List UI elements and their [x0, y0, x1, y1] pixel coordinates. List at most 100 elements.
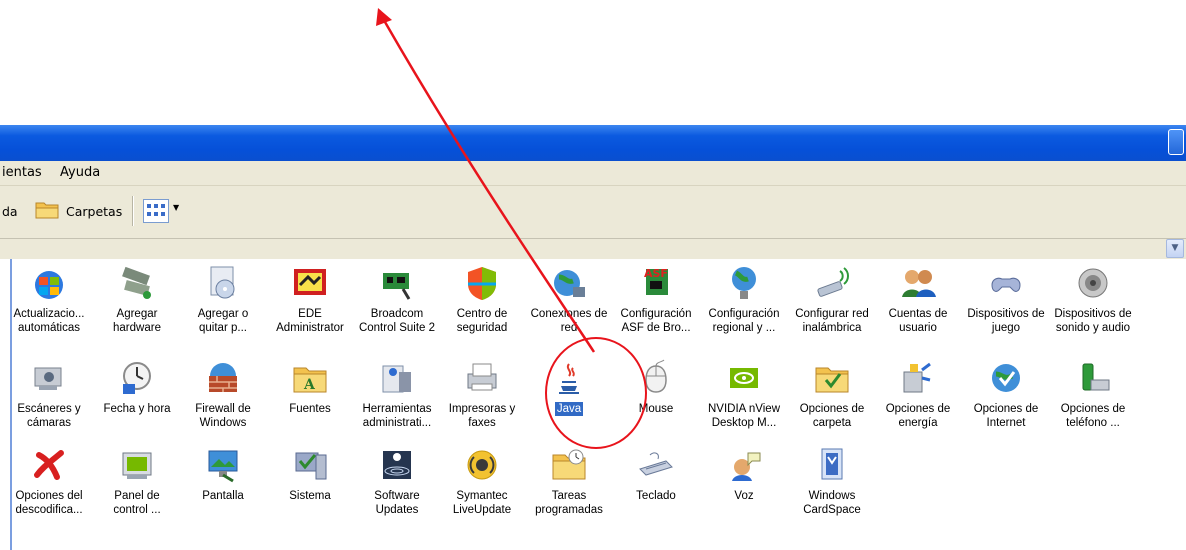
control-panel-item[interactable]: Herramientas administrati...: [353, 358, 441, 430]
item-label: Dispositivos de juego: [962, 307, 1050, 335]
item-label-line1: Windows: [808, 490, 856, 502]
item-label-line1: Herramientas: [362, 403, 432, 415]
menu-help[interactable]: Ayuda: [60, 165, 100, 180]
folders-button[interactable]: Carpetas: [66, 204, 122, 219]
item-label-line1: Agregar: [116, 308, 158, 320]
item-label-line1: Opciones de: [973, 403, 1039, 415]
item-label: Fuentes: [266, 402, 354, 416]
control-panel-item[interactable]: Software Updates: [353, 445, 441, 517]
folder-options-icon: [812, 358, 852, 398]
control-panel-item[interactable]: Impresoras y faxes: [438, 358, 526, 430]
control-panel-item[interactable]: Pantalla: [179, 445, 267, 503]
item-label: Panel de control ...: [93, 489, 181, 517]
ede-administrator-icon: [290, 263, 330, 303]
control-panel-item[interactable]: Actualizacio... automáticas: [5, 263, 93, 335]
user-accounts-icon: [898, 263, 938, 303]
item-label-line1: Opciones de: [799, 403, 865, 415]
item-label-line1: Escáneres y: [17, 403, 81, 415]
broadcom-icon: [377, 263, 417, 303]
item-label-line1: Firewall de: [195, 403, 251, 415]
item-label-line1: Broadcom: [370, 308, 424, 320]
item-label-line2: carpeta: [812, 417, 852, 429]
control-panel-item[interactable]: Tareas programadas: [525, 445, 613, 517]
item-label-line2: Internet: [986, 417, 1026, 429]
views-dropdown-arrow[interactable]: ▼: [173, 203, 179, 212]
control-panel-item[interactable]: Firewall de Windows: [179, 358, 267, 430]
item-label-line2: programadas: [535, 504, 603, 516]
control-panel-item[interactable]: Teclado: [612, 445, 700, 503]
scheduled-tasks-icon: [549, 445, 589, 485]
item-label: Cuentas de usuario: [874, 307, 962, 335]
views-button[interactable]: [143, 199, 169, 223]
control-panel-item[interactable]: Configuración regional y ...: [700, 263, 788, 335]
item-label: Windows CardSpace: [788, 489, 876, 517]
control-panel-item[interactable]: NVIDIA nView Desktop M...: [700, 358, 788, 430]
control-panel-item[interactable]: Sistema: [266, 445, 354, 503]
windows-update-icon: [29, 263, 69, 303]
control-panel-item[interactable]: EDE Administrator: [266, 263, 354, 335]
decoder-options-icon: [29, 445, 69, 485]
item-label-line1: Fuentes: [289, 403, 331, 415]
control-panel-item[interactable]: Fecha y hora: [93, 358, 181, 416]
item-label-line1: Conexiones de: [530, 308, 608, 320]
control-panel-item[interactable]: A Fuentes: [266, 358, 354, 416]
control-panel-item[interactable]: Agregar o quitar p...: [179, 263, 267, 335]
control-panel-item[interactable]: Cuentas de usuario: [874, 263, 962, 335]
control-panel-item[interactable]: Voz: [700, 445, 788, 503]
control-panel-item[interactable]: Dispositivos de sonido y audio: [1049, 263, 1137, 335]
display-icon: [203, 445, 243, 485]
menu-bar: ientas Ayuda: [0, 161, 1186, 186]
maximize-button[interactable]: [1168, 129, 1184, 155]
control-panel-item[interactable]: Escáneres y cámaras: [5, 358, 93, 430]
control-panel-item[interactable]: Opciones de carpeta: [788, 358, 876, 430]
control-panel-item[interactable]: Mouse: [612, 358, 700, 416]
annotation-arrowhead: [376, 8, 392, 26]
item-label: Firewall de Windows: [179, 402, 267, 430]
keyboard-icon: [636, 445, 676, 485]
software-updates-icon: [377, 445, 417, 485]
scanners-cameras-icon: [29, 358, 69, 398]
control-panel-item[interactable]: Dispositivos de juego: [962, 263, 1050, 335]
item-label-line2: hardware: [113, 322, 161, 334]
control-panel-item[interactable]: Configurar red inalámbrica: [788, 263, 876, 335]
item-label: Mouse: [612, 402, 700, 416]
item-label: Opciones de Internet: [962, 402, 1050, 430]
address-bar: ▼: [0, 239, 1186, 259]
add-hardware-icon: [117, 263, 157, 303]
control-panel-item[interactable]: Opciones de Internet: [962, 358, 1050, 430]
control-panel-item[interactable]: Broadcom Control Suite 2: [353, 263, 441, 335]
address-dropdown-button[interactable]: ▼: [1166, 239, 1184, 258]
item-label: Voz: [700, 489, 788, 503]
control-panel-item[interactable]: Symantec LiveUpdate: [438, 445, 526, 517]
item-label-line2: automáticas: [17, 322, 80, 334]
item-label-line1: Configurar red: [795, 308, 869, 320]
control-panel-item[interactable]: Panel de control ...: [93, 445, 181, 517]
item-label: Centro de seguridad: [438, 307, 526, 335]
control-panel-item[interactable]: Agregar hardware: [93, 263, 181, 335]
item-label: Opciones del descodifica...: [5, 489, 93, 517]
sound-audio-icon: [1073, 263, 1113, 303]
control-panel-item[interactable]: Centro de seguridad: [438, 263, 526, 335]
item-label-line1: Centro de: [456, 308, 508, 320]
control-panel-item[interactable]: Windows CardSpace: [788, 445, 876, 517]
item-label-line2: descodifica...: [15, 504, 83, 516]
control-panel-item[interactable]: Java: [525, 358, 613, 416]
svg-text:ASF: ASF: [644, 267, 668, 280]
control-panel-item[interactable]: Opciones de teléfono ...: [1049, 358, 1137, 430]
control-panel-item[interactable]: Opciones del descodifica...: [5, 445, 93, 517]
item-label: Fecha y hora: [93, 402, 181, 416]
toolbar: da Carpetas ▼: [0, 186, 1186, 239]
item-label-line1: Cuentas de: [888, 308, 948, 320]
item-label-line1: Dispositivos de: [1054, 308, 1132, 320]
item-label: Symantec LiveUpdate: [438, 489, 526, 517]
item-label-line2: LiveUpdate: [452, 504, 512, 516]
item-label-line1: Actualizacio...: [13, 308, 85, 320]
control-panel-item[interactable]: ASF Configuración ASF de Bro...: [612, 263, 700, 335]
search-button-partial[interactable]: da: [2, 204, 18, 219]
item-label: Opciones de energía: [874, 402, 962, 430]
control-panel-item[interactable]: Conexiones de red: [525, 263, 613, 335]
folders-icon: [35, 200, 59, 220]
menu-tools[interactable]: ientas: [2, 165, 42, 180]
item-label-line2: control ...: [113, 504, 161, 516]
control-panel-item[interactable]: Opciones de energía: [874, 358, 962, 430]
